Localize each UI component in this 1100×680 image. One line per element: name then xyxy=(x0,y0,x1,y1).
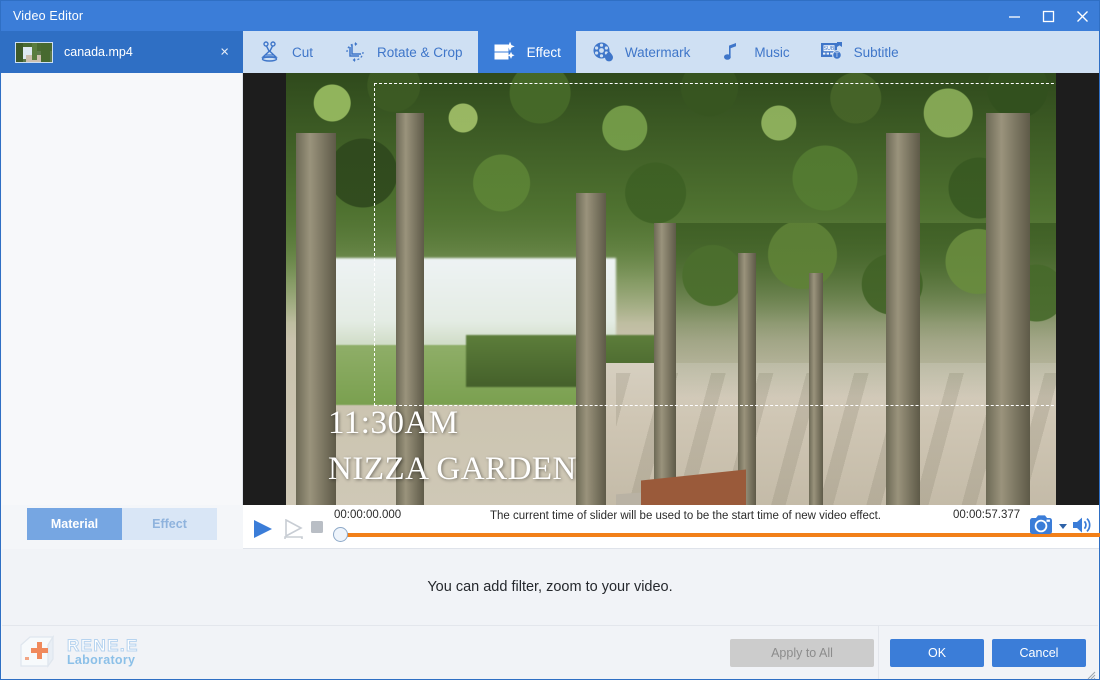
tab-effect-label: Effect xyxy=(526,44,561,60)
cancel-label: Cancel xyxy=(1019,646,1059,660)
tab-subtitle[interactable]: SUB T Subtitle xyxy=(805,31,914,73)
video-editor-window: Video Editor canada.mp4 × Cut Rotate & C… xyxy=(0,0,1100,680)
watermark-droplet-icon xyxy=(590,39,616,65)
close-icon[interactable] xyxy=(1065,1,1099,31)
tab-watermark[interactable]: Watermark xyxy=(576,31,706,73)
start-timecode: 00:00:00.000 xyxy=(334,509,402,521)
brand-text: RENE.E Laboratory xyxy=(67,635,139,668)
left-panel: Material Effect xyxy=(2,73,243,540)
video-frame: 11:30AM NIZZA GARDEN xyxy=(286,73,1056,505)
play-button[interactable] xyxy=(251,519,275,544)
film-sparkle-icon xyxy=(492,39,518,65)
left-tab-effect-label: Effect xyxy=(152,517,187,531)
tree-trunk xyxy=(809,273,823,505)
window-title: Video Editor xyxy=(13,9,84,23)
window-controls xyxy=(997,1,1099,31)
tab-watermark-label: Watermark xyxy=(624,44,691,60)
close-icon[interactable]: × xyxy=(220,45,229,60)
overlay-time-text: 11:30AM xyxy=(328,405,459,441)
scissors-icon xyxy=(257,39,283,65)
camera-icon[interactable] xyxy=(1029,514,1055,541)
tab-rotate-crop-label: Rotate & Crop xyxy=(377,44,463,60)
end-timecode: 00:00:57.377 xyxy=(953,509,1021,521)
video-preview[interactable]: 11:30AM NIZZA GARDEN ⌄ xyxy=(243,73,1099,505)
brand-subtitle: Laboratory xyxy=(67,653,136,668)
tree-trunk xyxy=(654,223,676,505)
minimize-icon[interactable] xyxy=(997,1,1031,31)
stop-button[interactable] xyxy=(309,519,325,540)
tab-cut[interactable]: Cut xyxy=(243,31,328,73)
tab-effect[interactable]: Effect xyxy=(477,31,576,73)
cancel-button[interactable]: Cancel xyxy=(992,639,1086,667)
brand-name: RENE.E xyxy=(67,635,139,655)
title-bar: Video Editor xyxy=(1,1,1099,31)
transport-bar: 00:00:00.000 The current time of slider … xyxy=(243,505,1100,549)
info-text: You can add filter, zoom to your video. xyxy=(427,579,673,595)
tree-trunk xyxy=(986,113,1030,505)
svg-text:T: T xyxy=(835,53,839,59)
subtitle-icon: SUB T xyxy=(819,39,845,65)
video-thumbnail xyxy=(15,41,53,63)
tab-music[interactable]: Music xyxy=(705,31,804,73)
timeline-slider-handle[interactable] xyxy=(333,527,348,542)
tree-trunk xyxy=(296,133,336,505)
tab-cut-label: Cut xyxy=(292,44,314,60)
footer-divider xyxy=(878,625,879,679)
tree-trunk xyxy=(396,113,424,505)
file-tab-canada[interactable]: canada.mp4 × xyxy=(1,31,243,73)
ok-label: OK xyxy=(927,646,947,660)
speaker-icon[interactable] xyxy=(1071,515,1093,540)
left-tab-material-label: Material xyxy=(50,517,99,531)
tree-trunk xyxy=(738,253,756,505)
left-tab-material[interactable]: Material xyxy=(27,508,122,540)
overlay-place-text: NIZZA GARDEN xyxy=(328,451,577,487)
tree-trunk xyxy=(886,133,920,505)
tree-trunk xyxy=(576,193,606,505)
resize-grip[interactable] xyxy=(1087,667,1096,680)
svg-text:SUB: SUB xyxy=(823,46,834,52)
timeline-track[interactable] xyxy=(339,533,1100,537)
tab-rotate-crop[interactable]: Rotate & Crop xyxy=(328,31,478,73)
preview-right-controls xyxy=(1029,514,1093,541)
file-name: canada.mp4 xyxy=(64,45,133,59)
apply-to-all-label: Apply to All xyxy=(771,646,833,660)
brand-logo: RENE.E Laboratory xyxy=(16,632,139,672)
music-note-icon xyxy=(719,39,745,65)
tab-strip: canada.mp4 × Cut Rotate & Crop Effect Wa… xyxy=(1,31,1099,73)
main-toolbar: Cut Rotate & Crop Effect Watermark Music… xyxy=(243,31,1099,73)
effect-hint-text: The current time of slider will be used … xyxy=(490,510,881,522)
apply-to-all-button[interactable]: Apply to All xyxy=(730,639,874,667)
left-panel-tabs: Material Effect xyxy=(27,508,217,540)
rotate-crop-icon xyxy=(342,39,368,65)
ok-button[interactable]: OK xyxy=(890,639,984,667)
tab-music-label: Music xyxy=(754,44,790,60)
info-strip: You can add filter, zoom to your video. xyxy=(2,549,1098,625)
chevron-down-icon[interactable] xyxy=(1057,519,1069,537)
maximize-icon[interactable] xyxy=(1031,1,1065,31)
keycap-plus-logo xyxy=(16,632,58,672)
left-tab-effect[interactable]: Effect xyxy=(122,508,217,540)
tab-subtitle-label: Subtitle xyxy=(853,44,899,60)
frame-step-button[interactable] xyxy=(282,518,306,546)
footer-bar: RENE.E Laboratory Apply to All OK Cancel xyxy=(2,625,1098,679)
